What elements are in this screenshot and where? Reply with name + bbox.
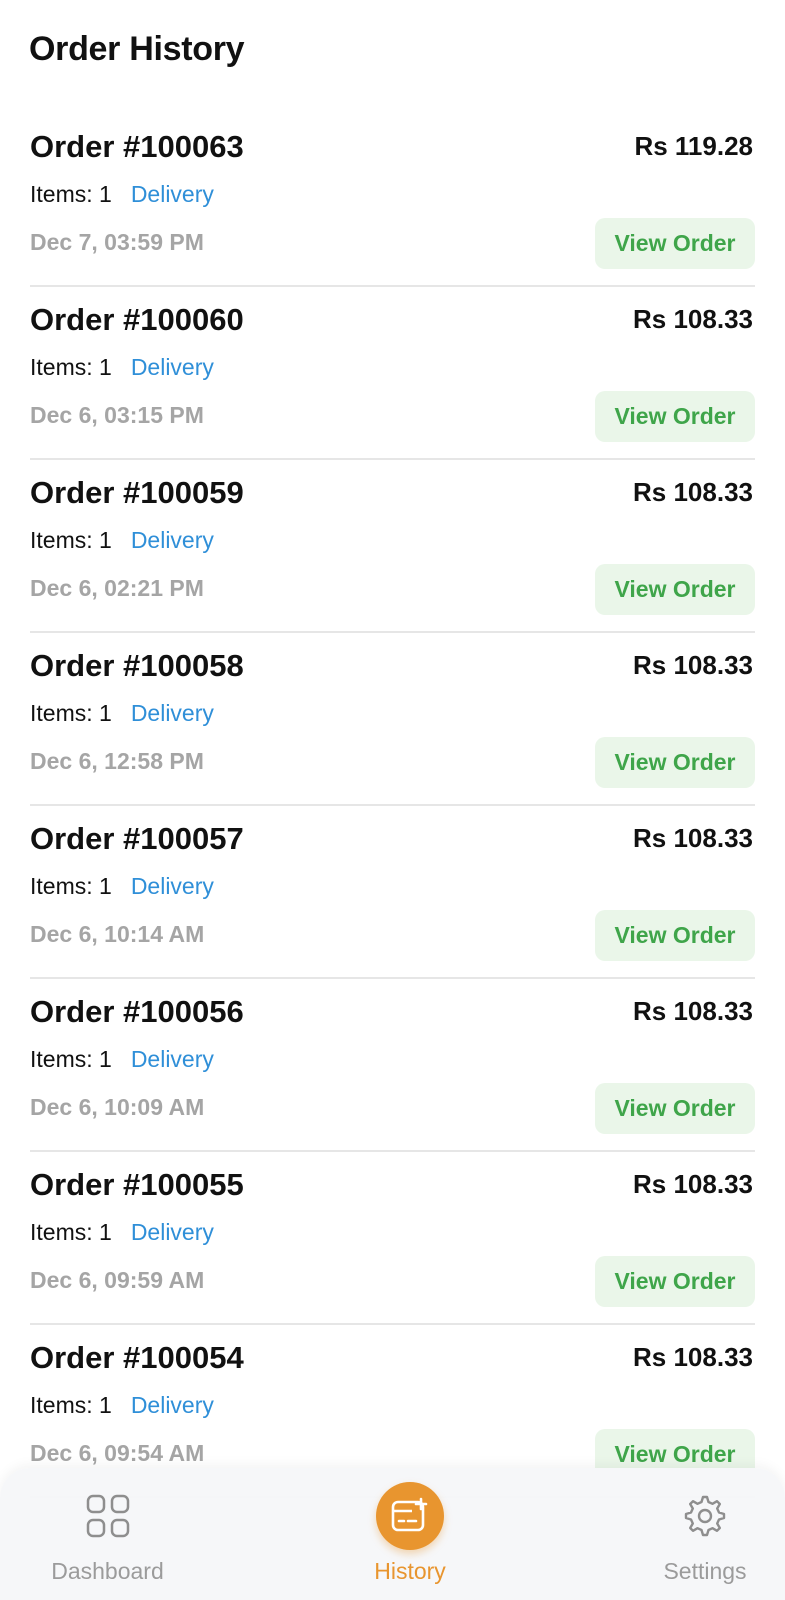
- order-row: Order #100058 Rs 108.33 Items: 1 Deliver…: [30, 633, 755, 806]
- order-type: Delivery: [130, 181, 214, 207]
- order-type: Delivery: [130, 700, 214, 726]
- page-title: Order History: [29, 30, 245, 68]
- view-order-button[interactable]: View Order: [595, 737, 755, 788]
- order-date: Dec 6, 10:09 AM: [30, 1094, 205, 1120]
- item-count: Items: 1: [30, 354, 112, 380]
- receipt-icon: [376, 1482, 444, 1550]
- view-order-button[interactable]: View Order: [595, 391, 755, 442]
- order-row: Order #100057 Rs 108.33 Items: 1 Deliver…: [30, 806, 755, 979]
- order-price: Rs 108.33: [633, 477, 753, 507]
- order-row: Order #100060 Rs 108.33 Items: 1 Deliver…: [30, 287, 755, 460]
- order-date: Dec 6, 10:14 AM: [30, 921, 205, 947]
- order-price: Rs 108.33: [633, 304, 753, 334]
- item-count: Items: 1: [30, 1392, 112, 1418]
- view-order-button[interactable]: View Order: [595, 218, 755, 269]
- item-count: Items: 1: [30, 527, 112, 553]
- order-date: Dec 6, 02:21 PM: [30, 575, 204, 601]
- order-id: Order #100056: [30, 994, 244, 1029]
- gear-icon: [671, 1482, 739, 1550]
- bottom-navigation: Dashboard History Settings: [0, 1468, 785, 1600]
- nav-item-settings[interactable]: Settings: [635, 1468, 775, 1600]
- grid-icon: [74, 1482, 142, 1550]
- order-meta: Items: 1 Delivery: [30, 1392, 214, 1419]
- order-price: Rs 108.33: [633, 650, 753, 680]
- order-meta: Items: 1 Delivery: [30, 700, 214, 727]
- item-count: Items: 1: [30, 873, 112, 899]
- order-row: Order #100063 Rs 119.28 Items: 1 Deliver…: [30, 114, 755, 287]
- order-id: Order #100060: [30, 302, 244, 337]
- order-meta: Items: 1 Delivery: [30, 181, 214, 208]
- nav-item-dashboard[interactable]: Dashboard: [35, 1468, 180, 1600]
- order-id: Order #100057: [30, 821, 244, 856]
- order-meta: Items: 1 Delivery: [30, 1046, 214, 1073]
- nav-label: Settings: [663, 1558, 747, 1584]
- order-row: Order #100059 Rs 108.33 Items: 1 Deliver…: [30, 460, 755, 633]
- order-row: Order #100055 Rs 108.33 Items: 1 Deliver…: [30, 1152, 755, 1325]
- order-meta: Items: 1 Delivery: [30, 1219, 214, 1246]
- order-date: Dec 6, 09:59 AM: [30, 1267, 205, 1293]
- order-row: Order #100056 Rs 108.33 Items: 1 Deliver…: [30, 979, 755, 1152]
- order-price: Rs 108.33: [633, 1342, 753, 1372]
- order-price: Rs 108.33: [633, 996, 753, 1026]
- order-meta: Items: 1 Delivery: [30, 527, 214, 554]
- order-date: Dec 6, 12:58 PM: [30, 748, 204, 774]
- nav-label: History: [374, 1558, 446, 1584]
- item-count: Items: 1: [30, 1046, 112, 1072]
- item-count: Items: 1: [30, 1219, 112, 1245]
- view-order-button[interactable]: View Order: [595, 564, 755, 615]
- order-type: Delivery: [130, 1219, 214, 1245]
- order-id: Order #100063: [30, 129, 244, 164]
- view-order-button[interactable]: View Order: [595, 910, 755, 961]
- order-price: Rs 108.33: [633, 823, 753, 853]
- order-type: Delivery: [130, 1392, 214, 1418]
- order-id: Order #100059: [30, 475, 244, 510]
- order-type: Delivery: [130, 1046, 214, 1072]
- order-type: Delivery: [130, 527, 214, 553]
- item-count: Items: 1: [30, 700, 112, 726]
- nav-item-history[interactable]: History: [340, 1468, 480, 1600]
- order-date: Dec 7, 03:59 PM: [30, 229, 204, 255]
- order-meta: Items: 1 Delivery: [30, 354, 214, 381]
- order-id: Order #100058: [30, 648, 244, 683]
- order-date: Dec 6, 03:15 PM: [30, 402, 204, 428]
- order-type: Delivery: [130, 873, 214, 899]
- order-type: Delivery: [130, 354, 214, 380]
- order-price: Rs 108.33: [633, 1169, 753, 1199]
- view-order-button[interactable]: View Order: [595, 1083, 755, 1134]
- order-id: Order #100054: [30, 1340, 244, 1375]
- order-id: Order #100055: [30, 1167, 244, 1202]
- item-count: Items: 1: [30, 181, 112, 207]
- order-date: Dec 6, 09:54 AM: [30, 1440, 205, 1466]
- order-history-screen: Order History Order #100063 Rs 119.28 It…: [0, 0, 785, 1600]
- view-order-button[interactable]: View Order: [595, 1256, 755, 1307]
- order-price: Rs 119.28: [634, 131, 753, 161]
- order-meta: Items: 1 Delivery: [30, 873, 214, 900]
- order-list: Order #100063 Rs 119.28 Items: 1 Deliver…: [30, 114, 755, 1498]
- nav-label: Dashboard: [51, 1558, 164, 1584]
